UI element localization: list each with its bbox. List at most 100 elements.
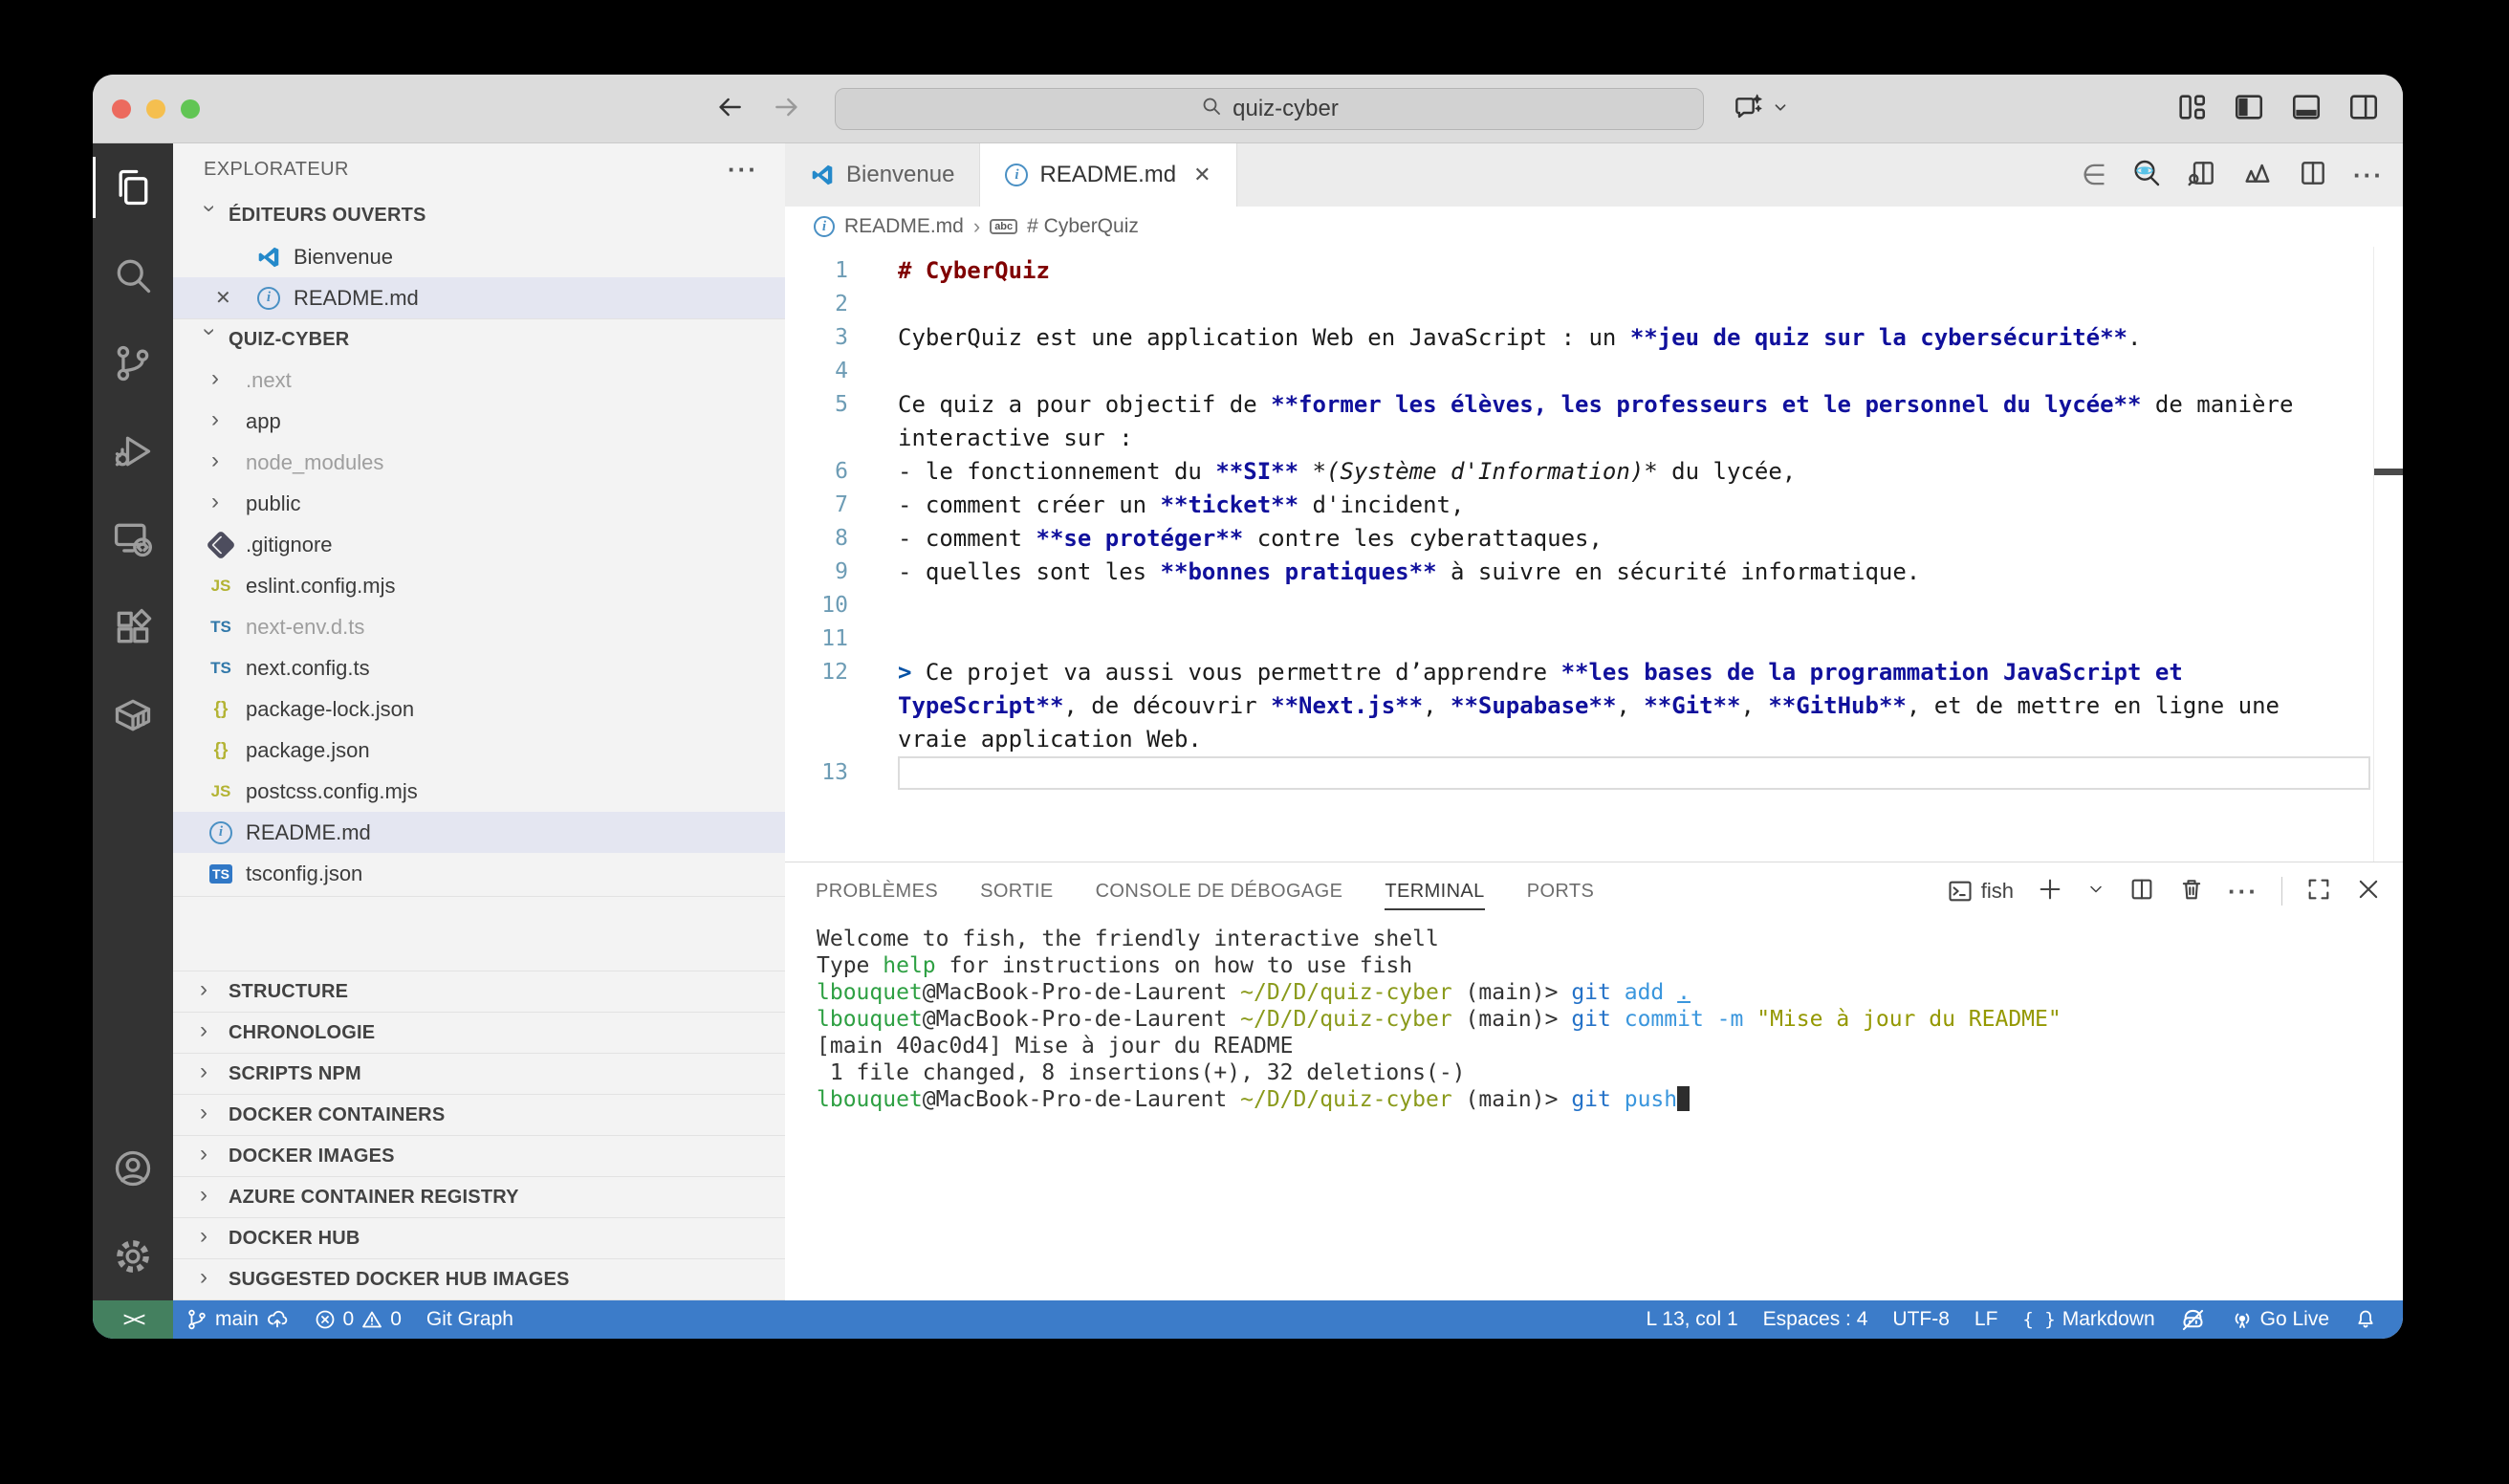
epsilon-icon[interactable]: ∈ bbox=[2082, 159, 2106, 192]
encoding-status[interactable]: UTF-8 bbox=[1880, 1300, 1962, 1339]
close-panel-icon[interactable] bbox=[2355, 876, 2382, 907]
new-terminal-icon[interactable] bbox=[2037, 876, 2063, 907]
sidebar-section-header[interactable]: › AZURE CONTAINER REGISTRY bbox=[173, 1177, 785, 1218]
file-tree-item[interactable]: JS postcss.config.mjs bbox=[173, 771, 785, 812]
file-tree-item[interactable]: › app bbox=[173, 401, 785, 442]
copilot-disabled-icon[interactable] bbox=[2168, 1300, 2218, 1339]
extensions-icon[interactable] bbox=[93, 583, 173, 671]
editor-tab[interactable]: Bienvenue ✕ bbox=[785, 143, 980, 207]
file-tree-item[interactable]: TS tsconfig.json bbox=[173, 853, 785, 894]
sidebar-section-header[interactable]: › SCRIPTS NPM bbox=[173, 1054, 785, 1095]
sidebar-collapsed-sections: › STRUCTURE › CHRONOLOGIE › SCRIPTS NPM … bbox=[173, 971, 785, 1300]
account-icon[interactable] bbox=[93, 1124, 173, 1212]
file-tree-item[interactable]: JS eslint.config.mjs bbox=[173, 565, 785, 606]
indentation-status[interactable]: Espaces : 4 bbox=[1751, 1300, 1881, 1339]
search-value: quiz-cyber bbox=[1233, 96, 1339, 122]
notifications-bell-icon[interactable] bbox=[2342, 1300, 2389, 1339]
editor-tab[interactable]: i README.md ✕ bbox=[980, 143, 1236, 207]
open-editor-item[interactable]: ✕ Bienvenue bbox=[173, 236, 785, 277]
file-tree-item[interactable]: › public bbox=[173, 483, 785, 524]
chevron-down-icon[interactable] bbox=[1770, 97, 1791, 122]
project-folder-header[interactable]: › QUIZ-CYBER bbox=[173, 318, 785, 360]
terminal-output[interactable]: Welcome to fish, the friendly interactiv… bbox=[785, 920, 2403, 1300]
panel-tab[interactable]: PROBLÈMES bbox=[816, 862, 938, 920]
toggle-primary-sidebar-icon[interactable] bbox=[2233, 91, 2265, 128]
explorer-icon[interactable] bbox=[93, 143, 173, 231]
maximize-panel-icon[interactable] bbox=[2305, 876, 2332, 907]
toggle-secondary-sidebar-icon[interactable] bbox=[2347, 91, 2380, 128]
terminal-more-icon[interactable]: ··· bbox=[2228, 877, 2258, 906]
breadcrumb[interactable]: i README.md › abc # CyberQuiz bbox=[785, 207, 2403, 247]
chevron-down-icon: › bbox=[196, 205, 223, 224]
sidebar-section-header[interactable]: › SUGGESTED DOCKER HUB IMAGES bbox=[173, 1259, 785, 1300]
source-control-icon[interactable] bbox=[93, 319, 173, 407]
more-actions-icon[interactable]: ··· bbox=[2353, 161, 2384, 190]
zoom-window-button[interactable] bbox=[181, 99, 200, 119]
remote-explorer-icon[interactable] bbox=[93, 495, 173, 583]
file-tree-item[interactable]: {} package.json bbox=[173, 730, 785, 771]
code-line: 3 CyberQuiz est une application Web en J… bbox=[785, 321, 2403, 355]
sidebar-section-header[interactable]: › DOCKER CONTAINERS bbox=[173, 1095, 785, 1136]
sidebar-section-header[interactable]: › STRUCTURE bbox=[173, 971, 785, 1013]
terminal-line: Type help for instructions on how to use… bbox=[817, 952, 2403, 979]
file-tree-item[interactable]: › .next bbox=[173, 360, 785, 401]
run-debug-icon[interactable] bbox=[93, 407, 173, 495]
open-editors-header[interactable]: › ÉDITEURS OUVERTS bbox=[173, 195, 785, 236]
close-icon[interactable]: ✕ bbox=[215, 286, 244, 310]
open-editor-item[interactable]: ✕ i README.md bbox=[173, 277, 785, 318]
close-tab-icon[interactable]: ✕ bbox=[1193, 163, 1211, 187]
search-icon[interactable] bbox=[93, 231, 173, 319]
title-bar: quiz-cyber bbox=[93, 75, 2403, 143]
sidebar-section-header[interactable]: › CHRONOLOGIE bbox=[173, 1013, 785, 1054]
toggle-panel-icon[interactable] bbox=[2290, 91, 2323, 128]
copilot-chat-icon[interactable] bbox=[1734, 92, 1764, 127]
cursor-position-status[interactable]: L 13, col 1 bbox=[1634, 1300, 1751, 1339]
panel-tab[interactable]: PORTS bbox=[1527, 862, 1595, 920]
panel-tab[interactable]: SORTIE bbox=[980, 862, 1054, 920]
branch-status[interactable]: main bbox=[173, 1300, 301, 1339]
react-devtools-search-icon[interactable] bbox=[2131, 158, 2162, 193]
panel-tab[interactable]: TERMINAL bbox=[1385, 862, 1484, 920]
forward-icon[interactable] bbox=[772, 92, 802, 127]
line-number: 3 bbox=[785, 321, 898, 355]
sidebar-section-header[interactable]: › DOCKER HUB bbox=[173, 1218, 785, 1259]
activity-bar bbox=[93, 143, 173, 1300]
file-tree-item[interactable]: › node_modules bbox=[173, 442, 785, 483]
line-number: 5 bbox=[785, 388, 898, 422]
panel-tab[interactable]: CONSOLE DE DÉBOGAGE bbox=[1096, 862, 1343, 920]
file-tree-item[interactable]: TS next-env.d.ts bbox=[173, 606, 785, 647]
symbol-string-icon: abc bbox=[990, 219, 1017, 234]
kill-terminal-icon[interactable] bbox=[2178, 876, 2205, 907]
git-graph-status[interactable]: Git Graph bbox=[414, 1300, 526, 1339]
language-mode-status[interactable]: { } Markdown bbox=[2010, 1300, 2167, 1339]
editor[interactable]: 1 # CyberQuiz 2 3 CyberQuiz est une appl… bbox=[785, 247, 2403, 862]
split-terminal-icon[interactable] bbox=[2128, 876, 2155, 907]
problems-status[interactable]: 0 0 bbox=[301, 1300, 414, 1339]
sidebar-section-header[interactable]: › DOCKER IMAGES bbox=[173, 1136, 785, 1177]
close-window-button[interactable] bbox=[112, 99, 131, 119]
minimize-window-button[interactable] bbox=[146, 99, 165, 119]
terminal-shell-label[interactable]: fish bbox=[1947, 878, 2014, 905]
vscode-logo-icon bbox=[256, 245, 281, 270]
back-icon[interactable] bbox=[714, 92, 745, 127]
terminal-dropdown-icon[interactable] bbox=[2086, 880, 2105, 904]
remote-indicator[interactable]: >< bbox=[93, 1300, 173, 1339]
line-number: 12 bbox=[785, 656, 898, 689]
code-line: vraie application Web. bbox=[785, 723, 2403, 756]
json-icon: {} bbox=[214, 699, 229, 720]
go-live-status[interactable]: Go Live bbox=[2218, 1300, 2342, 1339]
file-tree-item[interactable]: {} package-lock.json bbox=[173, 688, 785, 730]
explorer-more-actions-icon[interactable]: ··· bbox=[728, 155, 758, 185]
docker-icon[interactable] bbox=[93, 671, 173, 759]
open-preview-side-icon[interactable] bbox=[2187, 158, 2217, 193]
eol-status[interactable]: LF bbox=[1962, 1300, 2011, 1339]
code-line: 6 - le fonctionnement du **SI** *(Systèm… bbox=[785, 455, 2403, 489]
file-tree-item[interactable]: .gitignore bbox=[173, 524, 785, 565]
split-editor-icon[interactable] bbox=[2298, 158, 2328, 193]
file-tree-item[interactable]: i README.md bbox=[173, 812, 785, 853]
settings-gear-icon[interactable] bbox=[93, 1212, 173, 1300]
customize-layout-icon[interactable] bbox=[2175, 91, 2208, 128]
command-center-search[interactable]: quiz-cyber bbox=[835, 88, 1704, 130]
triangles-icon[interactable] bbox=[2242, 158, 2273, 193]
file-tree-item[interactable]: TS next.config.ts bbox=[173, 647, 785, 688]
